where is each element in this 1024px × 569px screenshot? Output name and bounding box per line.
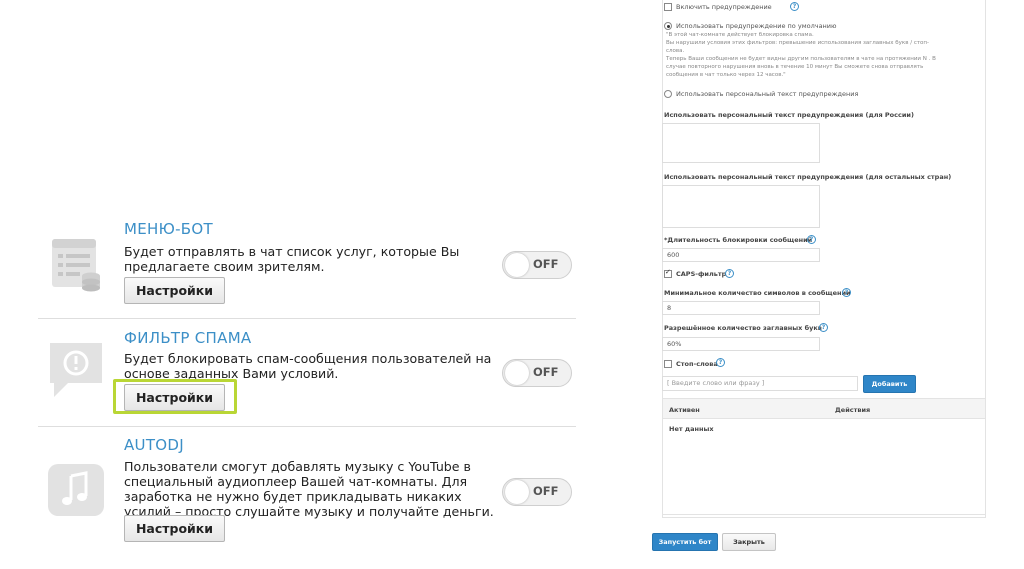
spam-filter-settings-panel: Включить предупреждение ? Использовать п…: [652, 0, 992, 569]
table-header: Активен Действия: [663, 399, 985, 419]
bot-title: МЕНЮ-БОТ: [124, 220, 213, 238]
warning-line: случае повторного нарушения вновь в тече…: [666, 64, 924, 70]
stop-words-checkbox[interactable]: [664, 360, 672, 368]
bot-toggle[interactable]: OFF: [502, 359, 572, 387]
settings-button[interactable]: Настройки: [124, 277, 225, 304]
custom-text-other-textarea[interactable]: [662, 185, 820, 228]
spam-alert-bubble-icon: [46, 339, 106, 399]
bot-toggle[interactable]: OFF: [502, 251, 572, 279]
column-header-actions: Действия: [835, 406, 871, 414]
add-stop-word-button[interactable]: Добавить: [863, 375, 916, 393]
warning-line: Теперь Ваши сообщения не будет видны дру…: [666, 56, 936, 62]
help-icon[interactable]: ?: [842, 288, 851, 297]
bot-title: AUTODJ: [124, 436, 184, 454]
close-button[interactable]: Закрыть: [722, 533, 776, 551]
toggle-knob: [505, 253, 529, 277]
warning-line: слова.: [666, 48, 685, 54]
toggle-label: OFF: [533, 257, 559, 271]
toggle-knob: [505, 480, 529, 504]
settings-button[interactable]: Настройки: [124, 515, 225, 542]
bot-item-menu: МЕНЮ-БОТ Будет отправлять в чат список у…: [38, 218, 576, 318]
toggle-knob: [505, 361, 529, 385]
toggle-label: OFF: [533, 484, 559, 498]
default-warning-radio[interactable]: [664, 22, 672, 30]
custom-warning-label: Использовать персональный текст предупре…: [676, 90, 859, 98]
menu-list-icon: [46, 236, 106, 296]
allowed-caps-input[interactable]: 60%: [662, 337, 820, 351]
divider: [38, 426, 576, 427]
warning-line: Вы нарушили условия этих фильтров: превы…: [666, 40, 929, 46]
toggle-label: OFF: [533, 365, 559, 379]
block-duration-label: *Длительность блокировки сообщений: [664, 236, 813, 244]
bot-item-autodj: AUTODJ Пользователи смогут добавлять муз…: [38, 434, 576, 554]
settings-button-highlight: [113, 379, 237, 414]
bot-description: Пользователи смогут добавлять музыку с Y…: [124, 459, 494, 519]
bot-description: Будет блокировать спам-сообщения пользов…: [124, 351, 492, 381]
start-bot-button[interactable]: Запустить бот: [652, 533, 718, 551]
bot-toggle[interactable]: OFF: [502, 478, 572, 506]
allowed-caps-label: Разрешённое количество заглавных букв: [664, 324, 822, 332]
block-duration-input[interactable]: 600: [662, 248, 820, 262]
min-chars-input[interactable]: 8: [662, 301, 820, 315]
help-icon[interactable]: ?: [725, 269, 734, 278]
column-header-active: Активен: [669, 406, 700, 414]
warning-line: "В этой чат-комнате действует блокировка…: [666, 32, 814, 38]
help-icon[interactable]: ?: [807, 235, 816, 244]
min-chars-label: Минимальное количество символов в сообще…: [664, 289, 851, 297]
custom-text-russia-label: Использовать персональный текст предупре…: [664, 111, 914, 119]
help-icon[interactable]: ?: [790, 2, 799, 11]
help-icon[interactable]: ?: [819, 323, 828, 332]
help-icon[interactable]: ?: [716, 358, 725, 367]
caps-filter-label: CAPS-фильтр: [676, 270, 727, 278]
custom-text-russia-textarea[interactable]: [662, 123, 820, 163]
custom-text-other-label: Использовать персональный текст предупре…: [664, 173, 952, 181]
stop-words-input[interactable]: [ Введите слово или фразу ]: [662, 376, 858, 391]
enable-warning-label: Включить предупреждение: [676, 3, 772, 11]
divider: [38, 318, 576, 319]
bot-title: ФИЛЬТР СПАМА: [124, 329, 252, 347]
warning-line: сообщения в чат только через 12 часов.": [666, 72, 786, 78]
default-warning-label: Использовать предупреждение по умолчанию: [676, 22, 837, 30]
stop-words-table: Активен Действия Нет данных: [662, 398, 986, 515]
enable-warning-checkbox[interactable]: [664, 3, 672, 11]
caps-filter-checkbox[interactable]: [664, 268, 672, 278]
no-data-label: Нет данных: [669, 425, 714, 433]
custom-warning-radio[interactable]: [664, 90, 672, 98]
bot-description: Будет отправлять в чат список услуг, кот…: [124, 244, 460, 274]
music-note-icon: [46, 462, 106, 522]
default-warning-text: "В этой чат-комнате действует блокировка…: [666, 31, 936, 79]
stop-words-label: Стоп-слова: [676, 360, 718, 368]
